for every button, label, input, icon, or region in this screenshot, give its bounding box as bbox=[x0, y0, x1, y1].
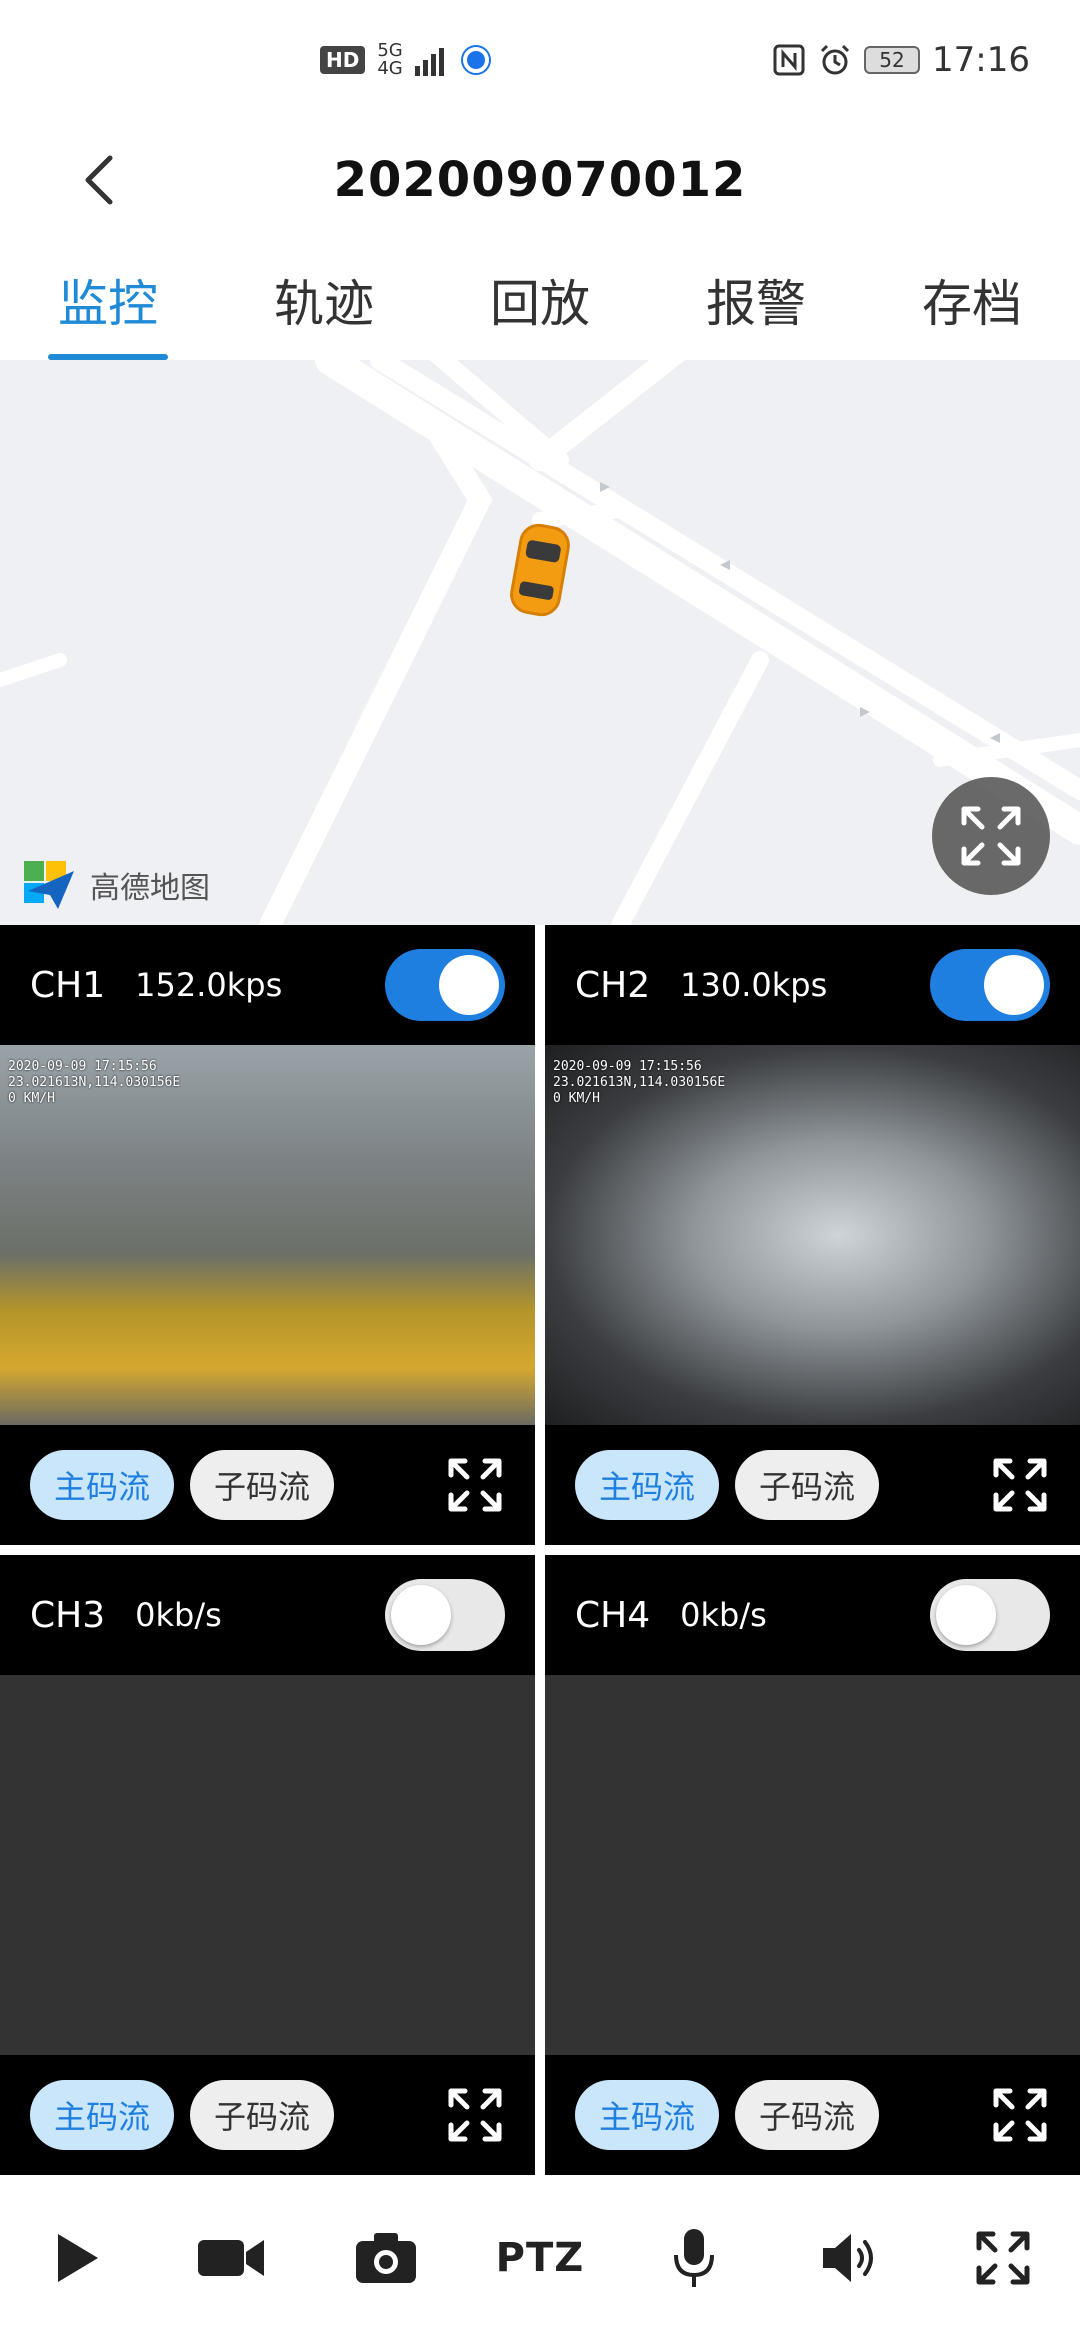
channel-name: CH2 bbox=[575, 964, 651, 1006]
play-icon bbox=[58, 2233, 99, 2282]
video-feed[interactable]: 2020-09-09 17:15:56 23.021613N,114.03015… bbox=[0, 1045, 535, 1425]
fullscreen-button[interactable] bbox=[958, 2213, 1048, 2303]
video-osd: 2020-09-09 17:15:56 23.021613N,114.03015… bbox=[553, 1059, 726, 1106]
sub-stream-button[interactable]: 子码流 bbox=[190, 1450, 335, 1520]
channel-toggle[interactable] bbox=[385, 1579, 505, 1651]
channel-header: CH2 130.0kps bbox=[545, 925, 1080, 1045]
toggle-knob bbox=[439, 955, 499, 1015]
channel-toggle[interactable] bbox=[385, 949, 505, 1021]
network-indicator: 5G 4G bbox=[377, 40, 403, 79]
amap-logo-icon bbox=[24, 861, 74, 909]
fullscreen-icon bbox=[976, 2231, 1030, 2284]
video-feed[interactable] bbox=[0, 1675, 535, 2055]
status-bar: HD 5G 4G 52 17:16 bbox=[0, 0, 1080, 120]
channel-header: CH4 0kb/s bbox=[545, 1555, 1080, 1675]
play-button[interactable] bbox=[32, 2213, 122, 2303]
toggle-knob bbox=[936, 1585, 996, 1645]
channel-toggle[interactable] bbox=[930, 949, 1050, 1021]
sub-stream-button[interactable]: 子码流 bbox=[735, 1450, 880, 1520]
channel-toggle[interactable] bbox=[930, 1579, 1050, 1651]
channel-footer: 主码流 子码流 bbox=[545, 2055, 1080, 2175]
alarm-clock-icon bbox=[820, 44, 850, 75]
video-feed[interactable]: 2020-09-09 17:15:56 23.021613N,114.03015… bbox=[545, 1045, 1080, 1425]
map-view[interactable]: 高德地图 bbox=[0, 360, 1080, 925]
tab-archive[interactable]: 存档 bbox=[912, 254, 1032, 346]
map-roads bbox=[0, 360, 1080, 925]
volume-button[interactable] bbox=[804, 2213, 894, 2303]
main-stream-button[interactable]: 主码流 bbox=[575, 1450, 720, 1520]
toggle-knob bbox=[391, 1585, 451, 1645]
snapshot-button[interactable] bbox=[341, 2213, 431, 2303]
ptz-button[interactable]: PTZ bbox=[495, 2213, 585, 2303]
chevron-left-icon bbox=[85, 155, 113, 205]
hd-badge: HD bbox=[320, 46, 366, 74]
video-osd: 2020-09-09 17:15:56 23.021613N,114.03015… bbox=[8, 1059, 181, 1106]
tab-bar: 监控 轨迹 回放 报警 存档 bbox=[0, 240, 1080, 360]
app-header: 202009070012 bbox=[0, 120, 1080, 240]
main-stream-button[interactable]: 主码流 bbox=[30, 1450, 175, 1520]
fullscreen-icon[interactable] bbox=[445, 1455, 505, 1515]
tab-playback[interactable]: 回放 bbox=[480, 254, 600, 346]
map-fullscreen-button[interactable] bbox=[932, 777, 1050, 895]
app-notification-icon bbox=[462, 47, 489, 73]
channel-header: CH1 152.0kps bbox=[0, 925, 535, 1045]
sub-stream-button[interactable]: 子码流 bbox=[735, 2080, 880, 2150]
channel-panel-ch3: CH3 0kb/s 主码流 子码流 bbox=[0, 1555, 535, 2175]
status-right: 52 17:16 bbox=[772, 40, 1030, 80]
fullscreen-icon bbox=[961, 806, 1021, 866]
tab-alarm[interactable]: 报警 bbox=[696, 254, 816, 346]
microphone-icon bbox=[674, 2228, 715, 2287]
channel-footer: 主码流 子码流 bbox=[545, 1425, 1080, 1545]
vehicle-marker[interactable] bbox=[509, 523, 572, 618]
map-provider-logo: 高德地图 bbox=[22, 857, 210, 913]
channel-bitrate: 152.0kps bbox=[135, 966, 283, 1004]
talk-button[interactable] bbox=[649, 2213, 739, 2303]
video-camera-icon bbox=[198, 2239, 265, 2276]
map-provider-name: 高德地图 bbox=[90, 871, 210, 906]
record-button[interactable] bbox=[186, 2213, 276, 2303]
video-feed[interactable] bbox=[545, 1675, 1080, 2055]
channel-name: CH4 bbox=[575, 1594, 651, 1636]
status-left: HD 5G 4G bbox=[320, 42, 489, 78]
channel-bitrate: 130.0kps bbox=[680, 966, 828, 1004]
fullscreen-icon[interactable] bbox=[990, 1455, 1050, 1515]
channel-footer: 主码流 子码流 bbox=[0, 1425, 535, 1545]
back-button[interactable] bbox=[70, 150, 130, 210]
signal-icon bbox=[414, 48, 444, 76]
channel-panel-ch2: CH2 130.0kps 2020-09-09 17:15:56 23.0216… bbox=[545, 925, 1080, 1545]
ptz-label: PTZ bbox=[495, 2234, 585, 2281]
channel-grid: CH1 152.0kps 2020-09-09 17:15:56 23.0216… bbox=[0, 925, 1080, 2175]
nfc-icon bbox=[773, 44, 805, 76]
tab-monitor[interactable]: 监控 bbox=[48, 254, 168, 360]
page-title: 202009070012 bbox=[333, 152, 747, 208]
main-stream-button[interactable]: 主码流 bbox=[575, 2080, 720, 2150]
channel-name: CH1 bbox=[30, 964, 106, 1006]
status-time: 17:16 bbox=[932, 40, 1030, 80]
main-stream-button[interactable]: 主码流 bbox=[30, 2080, 175, 2150]
sub-stream-button[interactable]: 子码流 bbox=[190, 2080, 335, 2150]
channel-panel-ch1: CH1 152.0kps 2020-09-09 17:15:56 23.0216… bbox=[0, 925, 535, 1545]
channel-panel-ch4: CH4 0kb/s 主码流 子码流 bbox=[545, 1555, 1080, 2175]
tab-track[interactable]: 轨迹 bbox=[264, 254, 384, 346]
toggle-knob bbox=[984, 955, 1044, 1015]
speaker-icon bbox=[822, 2233, 873, 2282]
fullscreen-icon[interactable] bbox=[445, 2085, 505, 2145]
channel-bitrate: 0kb/s bbox=[680, 1596, 767, 1634]
channel-name: CH3 bbox=[30, 1594, 106, 1636]
battery-indicator: 52 bbox=[864, 46, 921, 74]
channel-header: CH3 0kb/s bbox=[0, 1555, 535, 1675]
bottom-toolbar: PTZ bbox=[0, 2175, 1080, 2340]
fullscreen-icon[interactable] bbox=[990, 2085, 1050, 2145]
channel-bitrate: 0kb/s bbox=[135, 1596, 222, 1634]
channel-footer: 主码流 子码流 bbox=[0, 2055, 535, 2175]
camera-icon bbox=[355, 2232, 416, 2283]
